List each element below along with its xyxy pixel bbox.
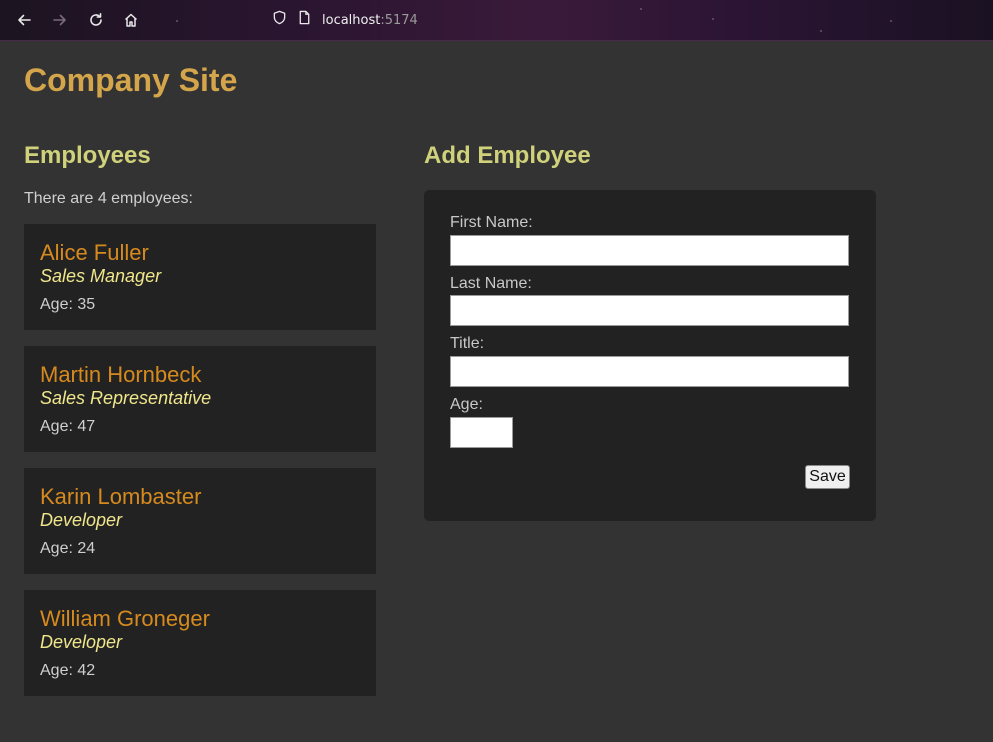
employee-name: William Groneger bbox=[40, 606, 210, 631]
back-icon[interactable] bbox=[14, 10, 34, 30]
age-label: Age: bbox=[450, 396, 483, 413]
save-button[interactable]: Save bbox=[805, 465, 850, 489]
employee-card: Martin Hornbeck Sales Representative Age… bbox=[24, 346, 376, 452]
employee-age: Age: 35 bbox=[40, 296, 96, 313]
address-bar[interactable]: localhost:5174 bbox=[272, 10, 418, 30]
employee-title: Developer bbox=[40, 632, 123, 652]
employee-age: Age: 47 bbox=[40, 418, 96, 435]
title-input[interactable] bbox=[450, 356, 849, 387]
add-employee-heading: Add Employee bbox=[424, 142, 591, 169]
employee-title: Developer bbox=[40, 510, 123, 530]
employee-card: William Groneger Developer Age: 42 bbox=[24, 590, 376, 696]
employee-name: Alice Fuller bbox=[40, 240, 149, 265]
forward-icon[interactable] bbox=[50, 10, 70, 30]
reload-icon[interactable] bbox=[86, 10, 106, 30]
age-input[interactable] bbox=[450, 417, 513, 448]
title-label: Title: bbox=[450, 335, 485, 352]
employees-heading: Employees bbox=[24, 142, 151, 169]
page-icon bbox=[297, 10, 322, 30]
add-employee-form: First Name: Last Name: Title: Age: Save bbox=[424, 190, 876, 521]
employee-title: Sales Representative bbox=[40, 388, 212, 408]
employee-title: Sales Manager bbox=[40, 266, 162, 286]
home-icon[interactable] bbox=[121, 10, 141, 30]
employee-card: Karin Lombaster Developer Age: 24 bbox=[24, 468, 376, 574]
employee-age: Age: 24 bbox=[40, 540, 96, 557]
employee-age: Age: 42 bbox=[40, 662, 96, 679]
url-host: localhost bbox=[322, 12, 381, 28]
last-name-input[interactable] bbox=[450, 295, 849, 326]
url-port: :5174 bbox=[380, 12, 418, 28]
last-name-label: Last Name: bbox=[450, 275, 532, 292]
employee-card: Alice Fuller Sales Manager Age: 35 bbox=[24, 224, 376, 330]
employee-count: There are 4 employees: bbox=[24, 190, 193, 207]
first-name-label: First Name: bbox=[450, 214, 533, 231]
shield-icon[interactable] bbox=[272, 10, 297, 30]
employee-name: Martin Hornbeck bbox=[40, 362, 202, 387]
site-title: Company Site bbox=[24, 62, 238, 98]
employee-name: Karin Lombaster bbox=[40, 484, 202, 509]
browser-toolbar: localhost:5174 bbox=[0, 0, 993, 41]
first-name-input[interactable] bbox=[450, 235, 849, 266]
